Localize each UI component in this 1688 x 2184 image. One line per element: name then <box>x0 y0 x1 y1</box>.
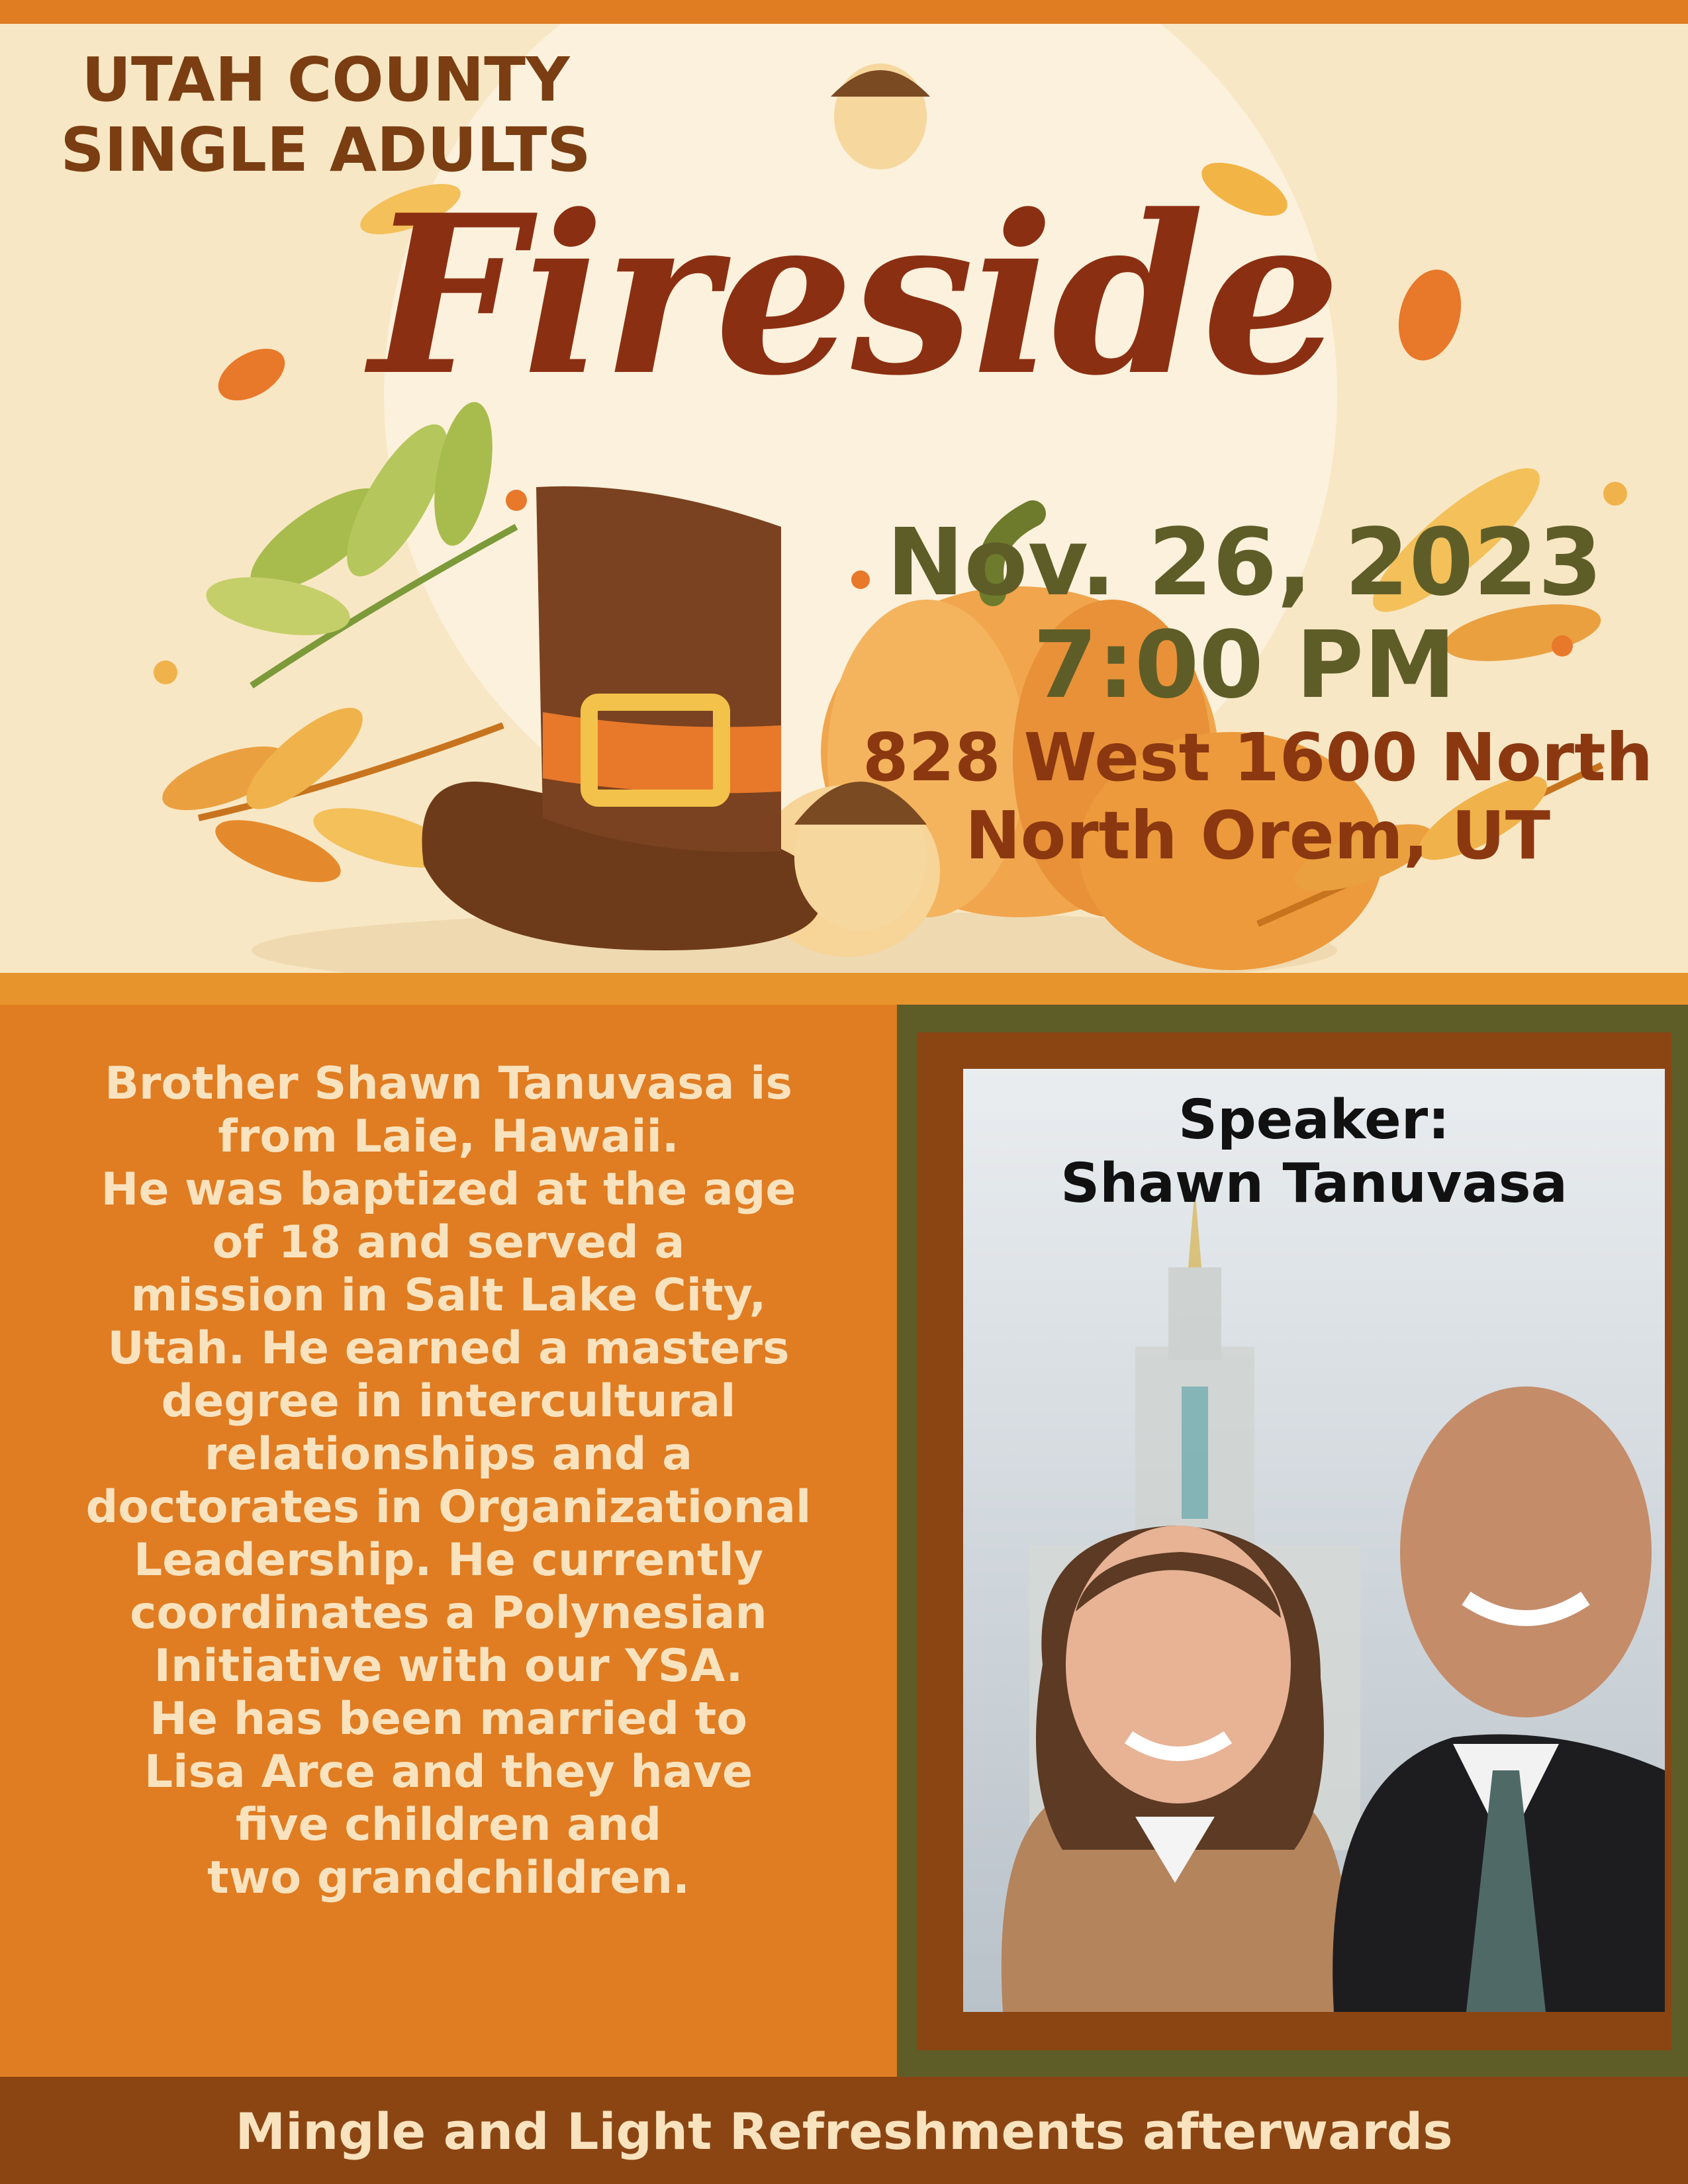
bio-line: doctorates in Organizational <box>85 1481 812 1533</box>
speaker-bio-panel: Brother Shawn Tanuvasa is from Laie, Haw… <box>0 1005 897 2077</box>
bio-line: Lisa Arce and they have <box>144 1746 753 1798</box>
bio-line: He was baptized at the age <box>101 1163 796 1216</box>
bio-line: He has been married to <box>150 1693 747 1745</box>
bio-line: relationships and a <box>204 1428 693 1480</box>
bio-line: five children and <box>235 1799 662 1851</box>
dot <box>506 490 527 511</box>
flyer-page: UTAH COUNTY SINGLE ADULTS Fireside Nov. … <box>0 0 1688 2184</box>
bio-line: Brother Shawn Tanuvasa is <box>105 1058 792 1110</box>
falling-leaf <box>1398 269 1462 361</box>
bio-line: mission in Salt Lake City, <box>130 1269 767 1322</box>
bio-line: from Laie, Hawaii. <box>218 1111 679 1163</box>
divider-band <box>0 973 1688 1005</box>
event-date: Nov. 26, 2023 <box>886 509 1603 617</box>
bio-line: of 18 and served a <box>212 1216 685 1269</box>
top-border <box>0 0 1688 24</box>
hero-illustration-section: UTAH COUNTY SINGLE ADULTS Fireside Nov. … <box>0 24 1688 973</box>
bio-line: coordinates a Polynesian <box>130 1587 767 1639</box>
bio-line: Leadership. He currently <box>133 1534 764 1586</box>
dot <box>154 660 177 684</box>
bio-line: Initiative with our YSA. <box>154 1640 743 1692</box>
event-address: 828 West 1600 North North Orem, UT <box>862 719 1654 874</box>
footer-band: Mingle and Light Refreshments afterwards <box>0 2077 1688 2184</box>
falling-leaf <box>218 348 285 401</box>
speaker-caption: Speaker: Shawn Tanuvasa <box>1060 1089 1568 1215</box>
woman-figure <box>1001 1525 1349 2012</box>
speaker-bio: Brother Shawn Tanuvasa is from Laie, Haw… <box>26 1058 870 1905</box>
organization-title: UTAH COUNTY SINGLE ADULTS <box>60 44 591 185</box>
footer-text: Mingle and Light Refreshments afterwards <box>235 2102 1453 2161</box>
bio-line: degree in intercultural <box>161 1375 736 1428</box>
event-title: Fireside <box>369 167 1340 424</box>
bio-line: Utah. He earned a masters <box>107 1322 790 1375</box>
event-time: 7:00 PM <box>1033 612 1456 719</box>
speaker-photo: Speaker: Shawn Tanuvasa <box>963 1069 1665 2012</box>
bio-line: two grandchildren. <box>207 1852 690 1904</box>
dot <box>1603 482 1627 506</box>
